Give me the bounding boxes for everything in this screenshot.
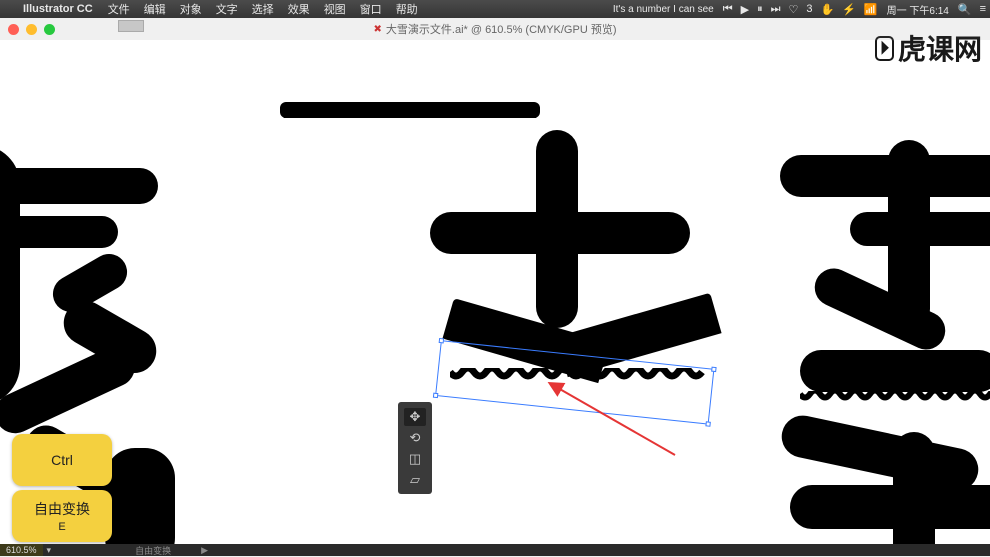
menu-file[interactable]: 文件 [101, 1, 137, 17]
artwork-shape [778, 412, 982, 495]
artwork-shape [0, 340, 141, 440]
artwork-shape [780, 155, 990, 197]
artwork-shape [0, 216, 118, 248]
artwork-wave-edge [800, 390, 990, 402]
app-name[interactable]: Illustrator CC [15, 3, 101, 15]
artboard-canvas[interactable]: ✥ ✥ ⟲ ◫ ▱ [0, 40, 990, 544]
move-cursor-icon: ✥ [620, 340, 632, 357]
artwork-shape [556, 293, 721, 377]
heart-icon[interactable]: ♡ [785, 3, 803, 16]
palette-tool-constrain[interactable]: ▱ [404, 471, 426, 489]
key-hint-free-transform: 自由变换 E [12, 490, 112, 542]
artwork-shape [800, 350, 990, 392]
notification-badge[interactable]: 3 [802, 3, 816, 15]
menu-type[interactable]: 文字 [209, 1, 245, 17]
status-nav-arrow-icon[interactable]: ▶ [201, 545, 208, 556]
selection-handle[interactable] [711, 367, 716, 372]
selection-handle[interactable] [433, 393, 438, 398]
menu-object[interactable]: 对象 [173, 1, 209, 17]
artwork-shape [105, 448, 175, 544]
key-hint-ctrl: Ctrl [12, 434, 112, 486]
status-bar: 610.5% ▾ 自由变换 ▶ [0, 544, 990, 556]
key-label: Ctrl [51, 452, 73, 468]
selection-handle[interactable] [705, 421, 710, 426]
document-tab[interactable] [118, 20, 144, 32]
wifi-icon[interactable]: 📶 [860, 3, 882, 16]
artwork-shape [850, 212, 990, 246]
media-play-icon[interactable]: ▶ [737, 3, 753, 16]
free-transform-palette[interactable]: ✥ ⟲ ◫ ▱ [398, 402, 432, 494]
menu-edit[interactable]: 编辑 [137, 1, 173, 17]
menu-window[interactable]: 窗口 [353, 1, 389, 17]
hand-icon[interactable]: ✋ [817, 3, 839, 16]
annotation-arrow [540, 380, 680, 460]
close-button[interactable] [8, 24, 19, 35]
menu-view[interactable]: 视图 [317, 1, 353, 17]
media-next-icon[interactable]: ⏭ [767, 3, 785, 16]
zoom-level[interactable]: 610.5% [0, 544, 43, 556]
window-controls [8, 24, 55, 35]
now-playing: It's a number I can see [608, 4, 719, 15]
zoom-dropdown-icon[interactable]: ▾ [43, 545, 56, 556]
watermark-icon: ⏵ [875, 36, 894, 61]
unsaved-icon: ✖ [374, 24, 382, 35]
artwork-shape [790, 485, 990, 529]
bolt-icon: ⚡ [838, 3, 860, 16]
spotlight-icon[interactable]: 🔍 [954, 3, 976, 16]
status-tool-label: 自由变换 [55, 544, 171, 557]
zoom-button[interactable] [44, 24, 55, 35]
palette-tool-perspective[interactable]: ⟲ [404, 429, 426, 447]
menu-help[interactable]: 帮助 [389, 1, 425, 17]
document-title: 大雪演示文件.ai* @ 610.5% (CMYK/GPU 预览) [386, 21, 617, 37]
menu-effect[interactable]: 效果 [281, 1, 317, 17]
key-sublabel: E [58, 521, 65, 533]
artwork-shape [430, 212, 690, 254]
mac-menubar: Illustrator CC 文件 编辑 对象 文字 选择 效果 视图 窗口 帮… [0, 0, 990, 18]
clock[interactable]: 周一 下午6:14 [882, 2, 954, 17]
menu-select[interactable]: 选择 [245, 1, 281, 17]
media-pause-icon[interactable]: ⏸ [753, 3, 767, 16]
key-label: 自由变换 [34, 499, 90, 519]
menu-extras-icon[interactable]: ≡ [976, 3, 990, 15]
document-title-bar: ✖ 大雪演示文件.ai* @ 610.5% (CMYK/GPU 预览) [0, 20, 990, 38]
palette-tool-free-transform[interactable]: ✥ [404, 408, 426, 426]
artwork-shape [809, 262, 952, 356]
palette-tool-distort[interactable]: ◫ [404, 450, 426, 468]
media-prev-icon[interactable]: ⏮ [719, 3, 737, 16]
artwork-shape [0, 168, 158, 204]
artwork-shape-wave [280, 102, 540, 118]
minimize-button[interactable] [26, 24, 37, 35]
artwork-wave-edge [450, 368, 705, 382]
